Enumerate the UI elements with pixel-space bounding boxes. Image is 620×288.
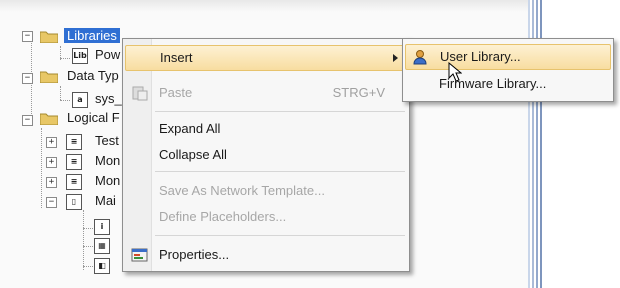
tree-node-data-types[interactable]: Data Typ (64, 67, 122, 85)
menu-item-expand-all[interactable]: Expand All (125, 117, 405, 141)
tree-node-label: Mon (95, 173, 121, 188)
menu-item-properties[interactable]: Properties... (125, 243, 405, 267)
tree-node-main[interactable]: Mai (92, 192, 119, 210)
submenu-arrow-icon (393, 54, 398, 62)
mouse-cursor-icon (448, 61, 463, 82)
menu-item-label: Collapse All (159, 147, 227, 162)
program-icon: ≡ (66, 174, 82, 190)
tree-node-label: sys_ (95, 91, 122, 106)
user-library-icon (412, 49, 430, 65)
menu-item-label: Save As Network Template... (159, 183, 325, 198)
tree-node-sys[interactable]: sys_ (92, 90, 125, 108)
tree-node-label: Libraries (64, 28, 120, 43)
paste-icon (131, 85, 149, 101)
tree-node-test[interactable]: Test (92, 132, 122, 150)
menu-item-save-as-network-template[interactable]: Save As Network Template... (125, 179, 405, 203)
menu-item-label: Insert (160, 50, 193, 65)
program-icon: ≡ (66, 154, 82, 170)
menu-item-define-placeholders[interactable]: Define Placeholders... (125, 205, 405, 229)
tree-line (60, 86, 61, 100)
tree-node-label: Test (95, 133, 119, 148)
code-icon: ◧ (94, 258, 110, 274)
folder-icon (40, 70, 58, 83)
menu-item-label: Properties... (159, 247, 230, 262)
submenu-item-user-library[interactable]: User Library... (405, 44, 611, 70)
tree-line (83, 228, 93, 229)
folder-icon (40, 112, 58, 125)
tree-node-label: Mai (95, 193, 116, 208)
expand-toggle[interactable]: + (46, 157, 57, 168)
tree-line (60, 58, 70, 59)
tree-node-label: Pow (95, 47, 121, 62)
tree-line (83, 266, 93, 267)
menu-item-label: Define Placeholders... (159, 209, 287, 224)
expand-toggle[interactable]: + (46, 177, 57, 188)
tree-node-pow[interactable]: Pow (92, 46, 123, 64)
collapse-toggle[interactable]: − (22, 115, 33, 126)
collapse-toggle[interactable]: − (22, 31, 33, 42)
submenu-item-firmware-library[interactable]: Firmware Library... (405, 72, 609, 96)
tree-node-label: Logical F (67, 110, 120, 125)
folder-icon (40, 30, 58, 43)
menu-item-label: Paste (159, 85, 193, 100)
tree-node-libraries[interactable]: Libraries (64, 27, 120, 45)
program-icon: ▯ (66, 194, 82, 210)
tree-node-label: Mon (95, 153, 121, 168)
context-menu: Insert Paste STRG+V Expand All Collapse … (122, 38, 410, 272)
menu-item-insert[interactable]: Insert (125, 45, 407, 71)
menu-item-collapse-all[interactable]: Collapse All (125, 143, 405, 167)
tree-line (83, 210, 84, 270)
tree-top-edge (0, 0, 540, 12)
tree-line (60, 100, 70, 101)
menu-separator (155, 235, 405, 236)
menu-item-shortcut: STRG+V (332, 85, 385, 100)
variable-table-icon: ▦ (94, 238, 110, 254)
tree-node-mon-1[interactable]: Mon (92, 152, 123, 170)
tree-node-logical[interactable]: Logical F (64, 109, 123, 127)
menu-item-label: Expand All (159, 121, 221, 136)
tree-node-label: Data Typ (67, 68, 119, 83)
menu-item-paste[interactable]: Paste STRG+V (125, 81, 405, 105)
collapse-toggle[interactable]: − (22, 73, 33, 84)
tree-node-mon-2[interactable]: Mon (92, 172, 123, 190)
info-icon: i (94, 219, 110, 235)
program-icon: ≡ (66, 134, 82, 150)
properties-icon (131, 247, 149, 263)
library-icon: Lib (72, 48, 88, 64)
tree-line (83, 246, 93, 247)
collapse-toggle[interactable]: − (46, 197, 57, 208)
menu-separator (155, 171, 405, 172)
menu-separator (155, 111, 405, 112)
insert-submenu: User Library... Firmware Library... (402, 38, 614, 102)
datatype-icon: a (72, 92, 88, 108)
expand-toggle[interactable]: + (46, 137, 57, 148)
tree-line (41, 128, 42, 208)
